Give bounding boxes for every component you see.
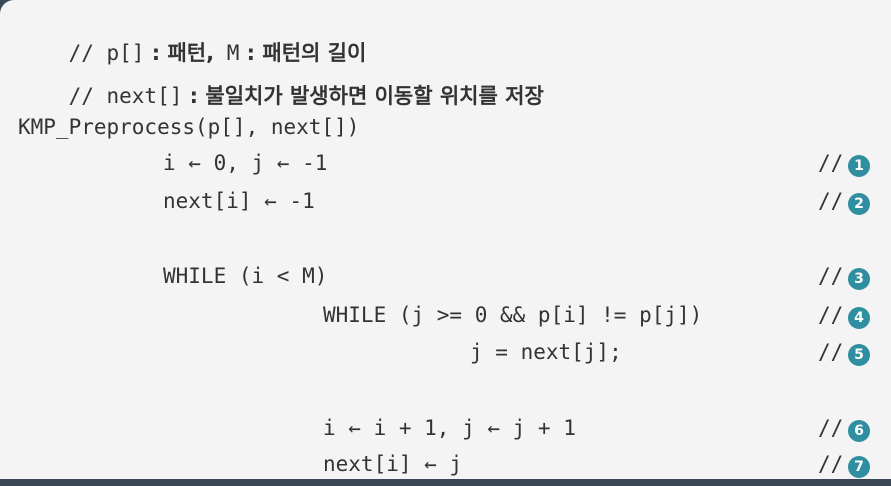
header-code-next: // next[]	[68, 84, 183, 108]
step-badge-5: 5	[848, 344, 870, 366]
header-desc-next: : 불일치가 발생하면 이동할 위치를 저장	[182, 84, 544, 108]
code-line-6: i ← i + 1, j ← j + 1	[323, 416, 576, 440]
comment-prefix: //	[818, 340, 844, 364]
bottom-bar	[0, 479, 891, 486]
code-line-1: i ← 0, j ← -1	[163, 151, 328, 175]
step-badge-1: 1	[848, 155, 870, 177]
comment-prefix: //	[818, 264, 844, 288]
comment-prefix: //	[818, 416, 844, 440]
comment-prefix: //	[818, 303, 844, 327]
comment-prefix: //	[818, 452, 844, 476]
step-badge-3: 3	[848, 268, 870, 290]
code-line-7: next[i] ← j	[323, 452, 463, 476]
code-line-4: WHILE (j >= 0 && p[i] != p[j])	[323, 303, 703, 327]
step-badge-4: 4	[848, 307, 870, 329]
step-badge-2: 2	[848, 193, 870, 215]
code-line-3: WHILE (i < M)	[163, 264, 328, 288]
code-line-2: next[i] ← -1	[163, 189, 315, 213]
code-line-5: j = next[j];	[470, 340, 622, 364]
comment-prefix: //	[818, 151, 844, 175]
step-badge-7: 7	[848, 456, 870, 478]
step-badge-6: 6	[848, 420, 870, 442]
code-panel: // p[] : 패턴, M : 패턴의 길이 // next[] : 불일치가…	[0, 0, 891, 479]
function-signature: KMP_Preprocess(p[], next[])	[18, 115, 360, 139]
comment-prefix: //	[818, 189, 844, 213]
